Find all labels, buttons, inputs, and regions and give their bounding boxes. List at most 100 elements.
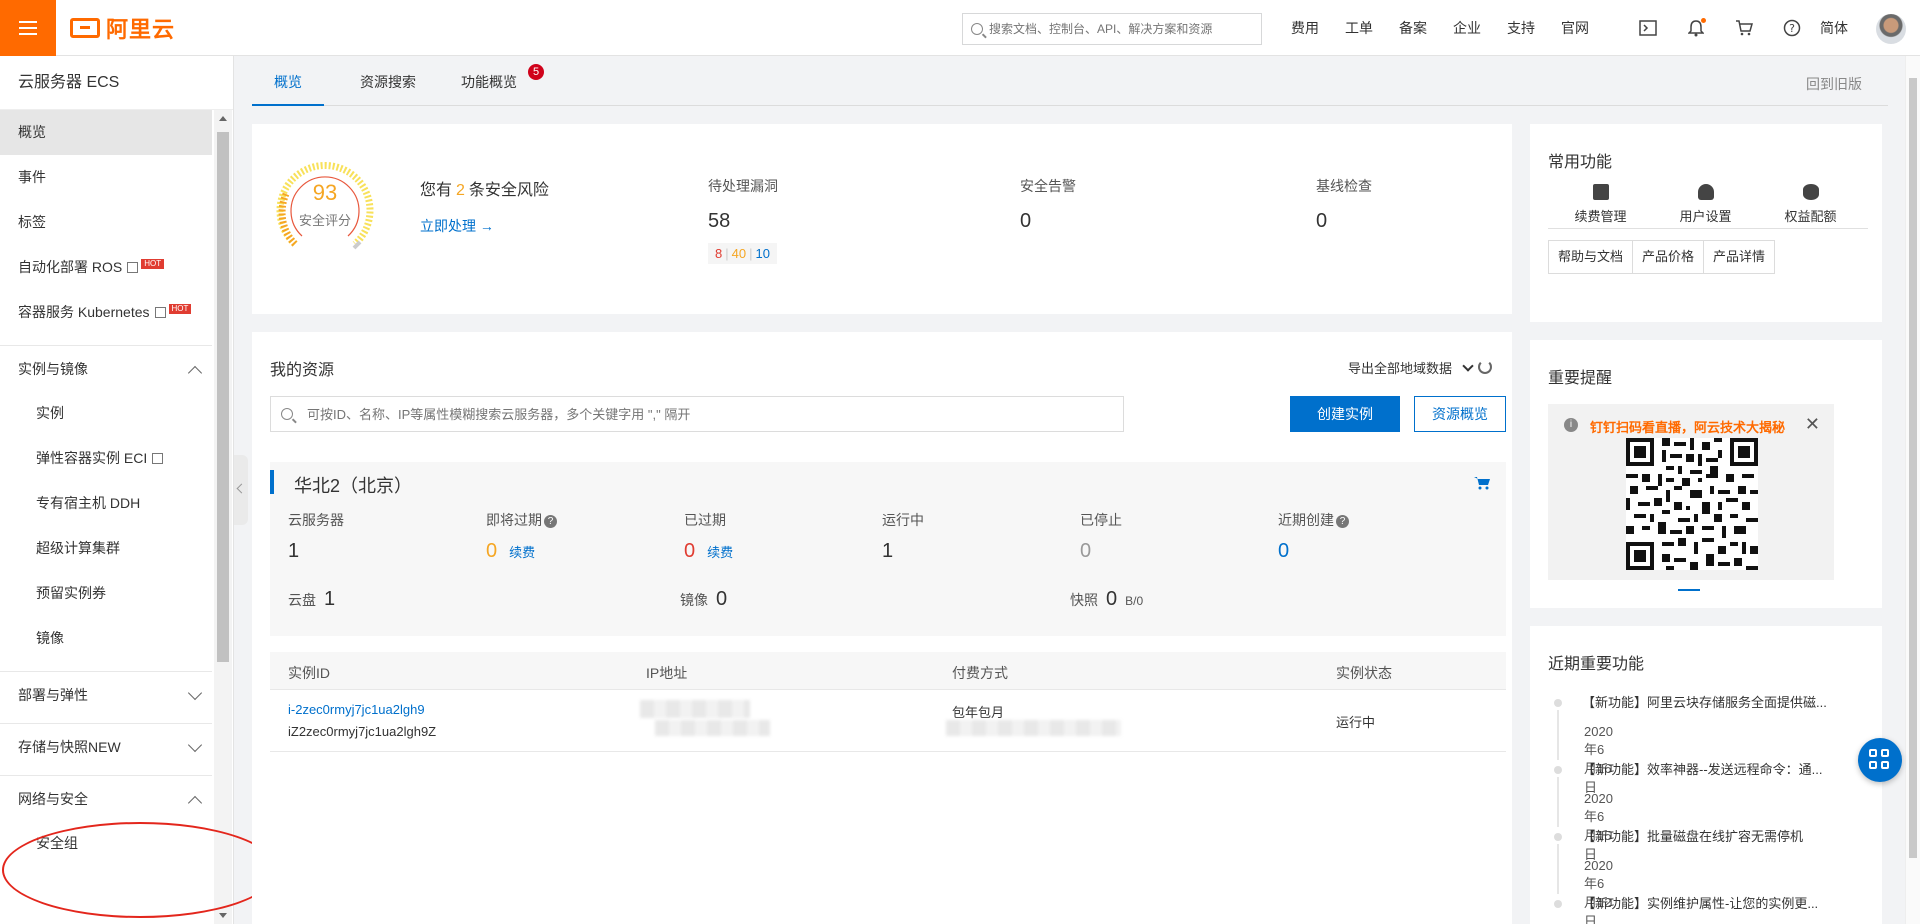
notice-banner[interactable]: i 钉钉扫码看直播，阿云技术大揭秘 ✕ xyxy=(1548,404,1834,580)
baseline-check[interactable]: 基线检查 0 xyxy=(1316,176,1372,233)
sidebar-scrollbar[interactable] xyxy=(214,110,232,924)
sidebar-collapse-handle[interactable] xyxy=(234,455,248,525)
instance-id-link[interactable]: i-2zec0rmyj7jc1ua2lgh9 xyxy=(288,702,425,717)
resource-overview-button[interactable]: 资源概览 xyxy=(1414,396,1506,432)
tab-overview[interactable]: 概览 xyxy=(252,56,324,106)
nav-tickets[interactable]: 工单 xyxy=(1332,18,1386,38)
quick-quota[interactable]: 权益配额 xyxy=(1758,184,1863,225)
quick-links: 帮助与文档 产品价格 产品详情 xyxy=(1548,240,1776,274)
nav-support[interactable]: 支持 xyxy=(1494,18,1548,38)
snapshot-count[interactable]: 快照 0 B/0 xyxy=(1070,588,1143,611)
sidebar-item-eci[interactable]: 弹性容器实例 ECI xyxy=(0,436,212,481)
carousel-indicator[interactable] xyxy=(1678,589,1700,591)
sidebar-scrollbar-thumb[interactable] xyxy=(217,132,229,662)
disk-count[interactable]: 云盘 1 xyxy=(288,588,335,611)
sidebar-group-instances-images[interactable]: 实例与镜像 xyxy=(0,345,212,391)
help-icon[interactable]: ? xyxy=(1336,514,1349,528)
top-icons: ? xyxy=(1624,0,1816,56)
export-all-regions[interactable]: 导出全部地域数据 xyxy=(1348,358,1474,377)
sidebar-item-kubernetes[interactable]: 容器服务 Kubernetes HOT xyxy=(0,290,212,335)
refresh-icon[interactable] xyxy=(1478,360,1492,374)
feature-title[interactable]: 【新功能】批量磁盘在线扩容无需停机 xyxy=(1582,826,1803,845)
global-search[interactable] xyxy=(962,13,1262,45)
region-accent-bar xyxy=(270,470,274,494)
bell-icon[interactable] xyxy=(1672,0,1720,56)
nav-fees[interactable]: 费用 xyxy=(1278,18,1332,38)
scroll-down-icon[interactable] xyxy=(219,913,227,918)
help-docs-button[interactable]: 帮助与文档 xyxy=(1548,240,1634,274)
snapshot-unit: B/0 xyxy=(1125,594,1144,608)
sidebar-item-label: 实例 xyxy=(36,405,64,421)
quick-user-settings[interactable]: 用户设置 xyxy=(1653,184,1758,225)
help-icon[interactable]: ? xyxy=(544,514,557,528)
pending-vulnerabilities[interactable]: 待处理漏洞 58 8 | 40 | 10 xyxy=(708,176,778,264)
sidebar-item-ddh[interactable]: 专有宿主机 DDH xyxy=(0,481,212,526)
nav-enterprise[interactable]: 企业 xyxy=(1440,18,1494,38)
metric-value: 0 xyxy=(684,540,696,562)
sidebar-group-deploy-scaling[interactable]: 部署与弹性 xyxy=(0,671,212,717)
sidebar-item-overview[interactable]: 概览 xyxy=(0,110,212,155)
vuln-low-count: 10 xyxy=(755,246,770,261)
global-search-input[interactable] xyxy=(989,22,1249,36)
renew-link[interactable]: 续费 xyxy=(509,542,535,561)
sidebar-item-images[interactable]: 镜像 xyxy=(0,616,212,661)
chevron-up-icon xyxy=(187,795,203,811)
security-risk-summary: 您有 2 条安全风险 xyxy=(420,176,549,200)
pricing-button[interactable]: 产品价格 xyxy=(1632,240,1705,274)
sidebar-item-events[interactable]: 事件 xyxy=(0,155,212,200)
metric-running[interactable]: 运行中 1 xyxy=(882,510,924,563)
page-scrollbar-thumb[interactable] xyxy=(1909,78,1917,858)
sidebar-item-ros[interactable]: 自动化部署 ROS HOT xyxy=(0,245,212,290)
security-score-gauge: 93 安全评分 xyxy=(270,154,380,264)
create-instance-button[interactable]: 创建实例 xyxy=(1290,396,1400,432)
user-avatar[interactable] xyxy=(1876,14,1906,44)
quick-renewal[interactable]: 续费管理 xyxy=(1548,184,1653,225)
image-count[interactable]: 镜像 0 xyxy=(680,588,727,611)
help-icon[interactable]: ? xyxy=(1768,0,1816,56)
hot-badge: HOT xyxy=(141,259,165,269)
instance-status: 运行中 xyxy=(1336,715,1376,730)
close-icon[interactable]: ✕ xyxy=(1805,415,1820,433)
product-details-button[interactable]: 产品详情 xyxy=(1703,240,1776,274)
cart-icon[interactable] xyxy=(1474,476,1490,490)
logo[interactable]: 阿里云 xyxy=(70,14,175,42)
security-alerts[interactable]: 安全告警 0 xyxy=(1020,176,1076,233)
sidebar-item-instances[interactable]: 实例 xyxy=(0,391,212,436)
notification-dot xyxy=(1701,18,1706,23)
cart-icon[interactable] xyxy=(1720,0,1768,56)
metric-expiring[interactable]: 即将过期? 0 续费 xyxy=(486,510,557,563)
tab-feature-overview[interactable]: 功能概览 5 xyxy=(446,56,544,106)
sidebar-group-storage-snapshots[interactable]: 存储与快照NEW xyxy=(0,723,212,769)
nav-official-site[interactable]: 官网 xyxy=(1548,18,1602,38)
sidebar-group-network-security[interactable]: 网络与安全 xyxy=(0,775,212,821)
menu-button[interactable] xyxy=(0,0,56,56)
sidebar-item-security-groups[interactable]: 安全组 xyxy=(0,821,212,866)
metric-recently-created[interactable]: 近期创建? 0 xyxy=(1278,510,1349,563)
scroll-up-icon[interactable] xyxy=(219,116,227,121)
sidebar-item-reserved-instances[interactable]: 预留实例券 xyxy=(0,571,212,616)
sidebar-item-scc[interactable]: 超级计算集群 xyxy=(0,526,212,571)
feature-title[interactable]: 【新功能】效率神器--发送远程命令：通... xyxy=(1582,759,1823,778)
language-switch[interactable]: 简体 xyxy=(1820,0,1848,56)
metric-ecs[interactable]: 云服务器 1 xyxy=(288,510,344,563)
notice-text: 钉钉扫码看直播，阿云技术大揭秘 xyxy=(1590,420,1786,435)
renew-link[interactable]: 续费 xyxy=(707,542,733,561)
floating-menu-button[interactable] xyxy=(1858,738,1902,782)
metric-stopped[interactable]: 已停止 0 xyxy=(1080,510,1122,563)
sidebar-menu: 概览 事件 标签 自动化部署 ROS HOT 容器服务 Kubernetes HOT… xyxy=(0,110,212,866)
handle-now-link[interactable]: 立即处理 → xyxy=(420,216,494,236)
timeline-line xyxy=(1557,710,1559,760)
feature-title[interactable]: 【新功能】实例维护属性-让您的实例更... xyxy=(1582,893,1818,912)
terminal-icon[interactable] xyxy=(1624,0,1672,56)
tab-resource-search[interactable]: 资源搜索 xyxy=(348,56,428,106)
metric-expired[interactable]: 已过期 0 续费 xyxy=(684,510,733,563)
resource-search[interactable] xyxy=(270,396,1124,432)
quick-label: 权益配额 xyxy=(1784,209,1837,224)
sidebar: 云服务器 ECS 概览 事件 标签 自动化部署 ROS HOT 容器服务 Kube… xyxy=(0,56,234,924)
feature-title[interactable]: 【新功能】阿里云块存储服务全面提供磁... xyxy=(1582,692,1827,711)
resource-search-input[interactable] xyxy=(307,406,1107,422)
nav-icp[interactable]: 备案 xyxy=(1386,18,1440,38)
sidebar-item-tags[interactable]: 标签 xyxy=(0,200,212,245)
page-scrollbar[interactable] xyxy=(1905,56,1920,924)
back-to-old-version-link[interactable]: 回到旧版 xyxy=(1806,74,1862,94)
